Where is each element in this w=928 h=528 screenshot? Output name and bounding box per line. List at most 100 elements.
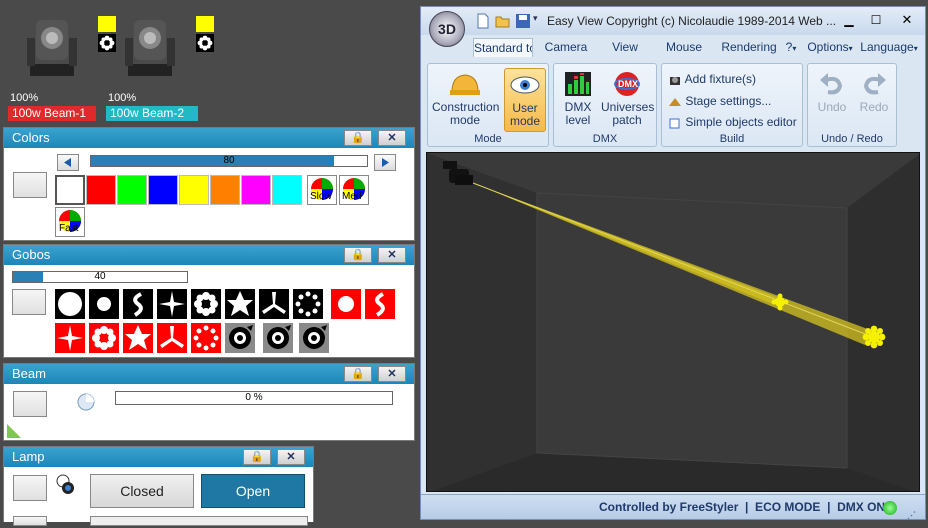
color-swatch-4[interactable] xyxy=(179,175,209,205)
gobo-flower-icon[interactable] xyxy=(191,289,221,319)
lamp-panel-title: Lamp 🔒 ✕ xyxy=(4,447,313,467)
close-button[interactable]: ✕ xyxy=(378,366,406,382)
app-orb-button[interactable]: 3D xyxy=(429,11,465,47)
eye-icon xyxy=(510,76,540,94)
gobo-ring-dots-icon[interactable] xyxy=(293,289,323,319)
color-swatch-6[interactable] xyxy=(241,175,271,205)
gobos-toggle-button[interactable] xyxy=(12,289,46,315)
add-fixtures-button[interactable]: Add fixture(s) xyxy=(668,72,756,88)
user-mode-button[interactable]: User mode xyxy=(504,68,546,132)
speed-med-button[interactable]: Med xyxy=(339,175,369,205)
quick-access-dropdown-icon[interactable]: ▾ xyxy=(533,13,538,24)
resize-grip-icon[interactable]: ⋰ xyxy=(907,503,916,528)
gobo-open-icon[interactable] xyxy=(55,289,85,319)
dmx-level-button[interactable]: DMX level xyxy=(558,70,598,127)
fixture-label: 100w Beam-1 xyxy=(8,106,96,121)
flower-gobo-icon xyxy=(98,34,116,52)
mode-group-label: Mode xyxy=(474,133,502,145)
tab-view[interactable]: View xyxy=(605,38,645,57)
resize-corner-icon[interactable] xyxy=(5,422,23,440)
lamp-icon xyxy=(56,474,74,494)
redo-button[interactable]: Redo xyxy=(854,70,894,114)
close-window-button[interactable]: ✕ xyxy=(895,12,919,30)
gobo-rotate-fast-icon[interactable] xyxy=(299,323,329,353)
color-swatch-5[interactable] xyxy=(210,175,240,205)
flower-gobo-icon xyxy=(196,34,214,52)
gobo-flower-red-icon[interactable] xyxy=(89,323,119,353)
gobos-slider[interactable]: 40 xyxy=(12,271,188,283)
lamp-open-button[interactable]: Open xyxy=(201,474,305,508)
color-swatch-7[interactable] xyxy=(272,175,302,205)
language-menu[interactable]: Language▾ xyxy=(858,38,920,57)
lamp-toggle-button[interactable] xyxy=(13,475,47,501)
slider-right-arrow[interactable] xyxy=(374,154,396,171)
simple-objects-editor-button[interactable]: Simple objects editor xyxy=(668,115,797,131)
beam-slider[interactable]: 0 % xyxy=(115,391,393,405)
gobo-dot-red-icon[interactable] xyxy=(331,289,361,319)
colors-slider[interactable]: 80 xyxy=(90,155,368,167)
gobo-wave-red-icon[interactable] xyxy=(365,289,395,319)
close-button[interactable]: ✕ xyxy=(378,130,406,146)
panel-bar-partial[interactable] xyxy=(90,516,308,526)
construction-mode-button[interactable]: Construction mode xyxy=(430,70,500,127)
close-button[interactable]: ✕ xyxy=(277,449,305,465)
build-group: Add fixture(s) Stage settings... Simple … xyxy=(661,63,803,147)
undo-redo-group: Undo Redo Undo / Redo xyxy=(807,63,897,147)
gobo-ring-dots-red-icon[interactable] xyxy=(191,323,221,353)
gobo-star4-icon[interactable] xyxy=(157,289,187,319)
dmx-globe-icon: DMX xyxy=(614,72,640,96)
beam-toggle-button[interactable] xyxy=(13,391,47,417)
color-swatch-2[interactable] xyxy=(117,175,147,205)
gobo-rotate-slow-icon[interactable] xyxy=(263,323,293,353)
lock-button[interactable]: 🔒 xyxy=(344,247,372,263)
stage-3d-view[interactable] xyxy=(426,152,920,492)
lock-button[interactable]: 🔒 xyxy=(243,449,271,465)
gobo-star-red-icon[interactable] xyxy=(123,323,153,353)
tab-rendering[interactable]: Rendering xyxy=(717,38,781,57)
moving-head-icon xyxy=(125,20,175,76)
help-menu[interactable]: ?▾ xyxy=(784,38,798,57)
gobo-triblade-red-icon[interactable] xyxy=(157,323,187,353)
undo-redo-group-label: Undo / Redo xyxy=(821,133,883,145)
colors-toggle-button[interactable] xyxy=(13,172,47,198)
gobo-dot-icon[interactable] xyxy=(89,289,119,319)
build-group-label: Build xyxy=(719,133,745,145)
new-file-icon[interactable] xyxy=(475,13,491,29)
panel-toggle-partial[interactable] xyxy=(13,516,47,526)
gobo-rotate-icon[interactable] xyxy=(225,323,255,353)
save-icon[interactable] xyxy=(515,13,531,29)
lamp-closed-button[interactable]: Closed xyxy=(90,474,194,508)
close-button[interactable]: ✕ xyxy=(378,247,406,263)
lamp-panel: Lamp 🔒 ✕ Closed Open xyxy=(3,446,314,526)
lock-button[interactable]: 🔒 xyxy=(344,130,372,146)
gobo-triblade-icon[interactable] xyxy=(259,289,289,319)
stage-icon xyxy=(669,97,681,106)
universes-patch-button[interactable]: DMX Universes patch xyxy=(600,70,654,127)
minimize-button[interactable]: ▁ xyxy=(837,13,861,29)
speed-fast-button[interactable]: Fast xyxy=(55,207,85,237)
lock-button[interactable]: 🔒 xyxy=(344,366,372,382)
gobo-star-icon[interactable] xyxy=(225,289,255,319)
dmx-group-label: DMX xyxy=(592,133,618,145)
tab-mouse[interactable]: Mouse xyxy=(661,38,707,57)
gobos-panel: Gobos 🔒 ✕ 40 xyxy=(3,244,415,358)
options-menu[interactable]: Options▾ xyxy=(803,38,857,57)
color-swatch-3[interactable] xyxy=(148,175,178,205)
maximize-button[interactable]: ☐ xyxy=(864,13,888,29)
color-swatch-0[interactable] xyxy=(55,175,85,205)
open-folder-icon[interactable] xyxy=(495,13,511,29)
fixture-label: 100w Beam-2 xyxy=(106,106,198,121)
speed-slow-button[interactable]: Slow xyxy=(307,175,337,205)
fixture-percent: 100% xyxy=(10,92,39,104)
gobo-star4-red-icon[interactable] xyxy=(55,323,85,353)
tab-standard[interactable]: Standard tc xyxy=(473,38,533,57)
fixture-color-swatch xyxy=(98,16,116,32)
beam-panel: Beam 🔒 ✕ 0 % xyxy=(3,363,415,441)
undo-button[interactable]: Undo xyxy=(812,70,852,114)
tab-camera[interactable]: Camera xyxy=(541,38,591,57)
title-bar: 3D ▾ Easy View Copyright (c) Nicolaudie … xyxy=(421,7,925,47)
color-swatch-1[interactable] xyxy=(86,175,116,205)
stage-settings-button[interactable]: Stage settings... xyxy=(668,94,771,110)
slider-left-arrow[interactable] xyxy=(57,154,79,171)
gobo-wave-icon[interactable] xyxy=(123,289,153,319)
